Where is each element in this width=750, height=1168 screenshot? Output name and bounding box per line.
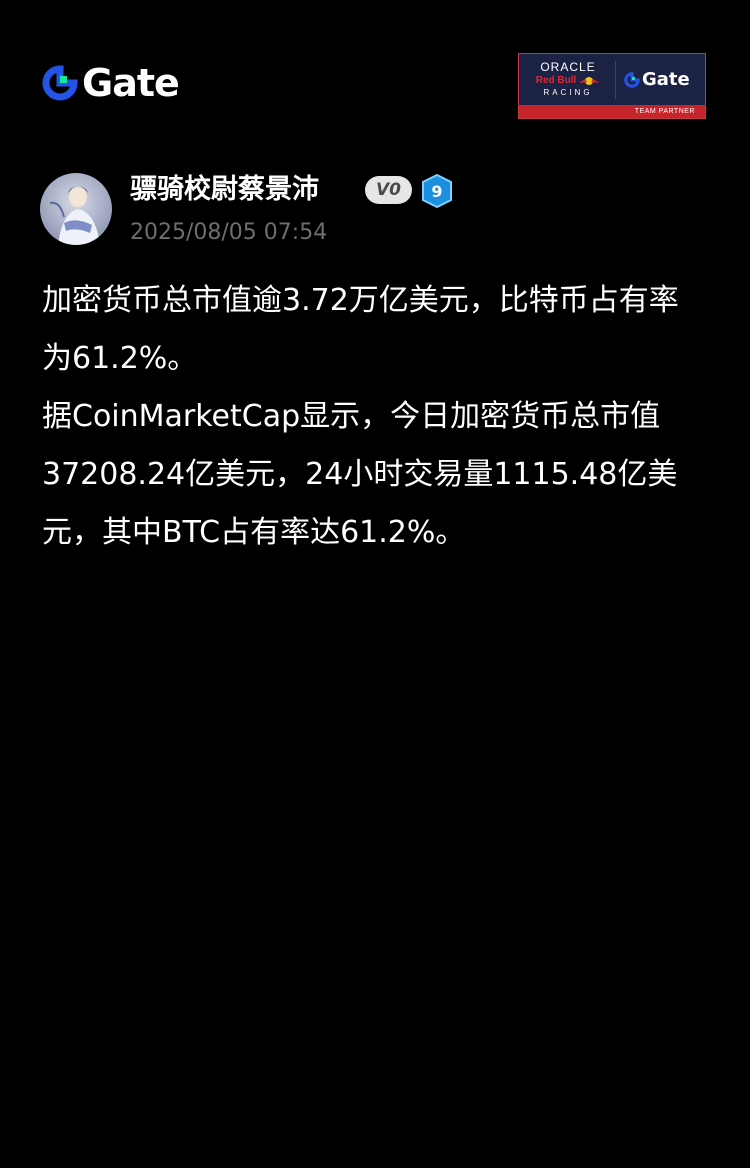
author-name[interactable]: 骠骑校尉蔡景沛 [130,170,319,210]
bull-icon [579,76,600,85]
redbull-racing-logo: ORACLE Red Bull RACING [529,61,607,98]
redbull-text: Red Bull [535,75,577,86]
post-timestamp: 2025/08/05 07:54 [130,220,328,245]
badge-divider [615,60,616,99]
oracle-text: ORACLE [540,60,596,74]
team-partner-badge: ORACLE Red Bull RACING Gate TEAM PARTNER [518,53,706,119]
gate-g-icon [42,65,78,101]
post-content: 加密货币总市值逾3.72万亿美元，比特币占有率为61.2%。 据CoinMark… [42,272,702,562]
racing-text: RACING [543,88,593,97]
gate-wordmark: Gate [82,61,180,105]
post-paragraph-summary: 加密货币总市值逾3.72万亿美元，比特币占有率为61.2%。 [42,283,679,376]
badge-gate-text: Gate [642,69,690,90]
user-level-badge: 9 [421,173,453,209]
vip-level-badge: V0 [365,176,412,204]
user-level-number: 9 [431,182,442,201]
avatar-illustration [40,173,112,245]
author-avatar[interactable] [40,173,112,245]
gate-g-icon-small [624,71,640,88]
level-shield-icon: 9 [422,173,452,209]
badge-gate-logo: Gate [624,69,690,90]
team-partner-strip: TEAM PARTNER [519,105,705,118]
post-paragraph-detail: 据CoinMarketCap显示，今日加密货币总市值37208.24亿美元，24… [42,399,678,550]
gate-logo: Gate [42,61,180,105]
